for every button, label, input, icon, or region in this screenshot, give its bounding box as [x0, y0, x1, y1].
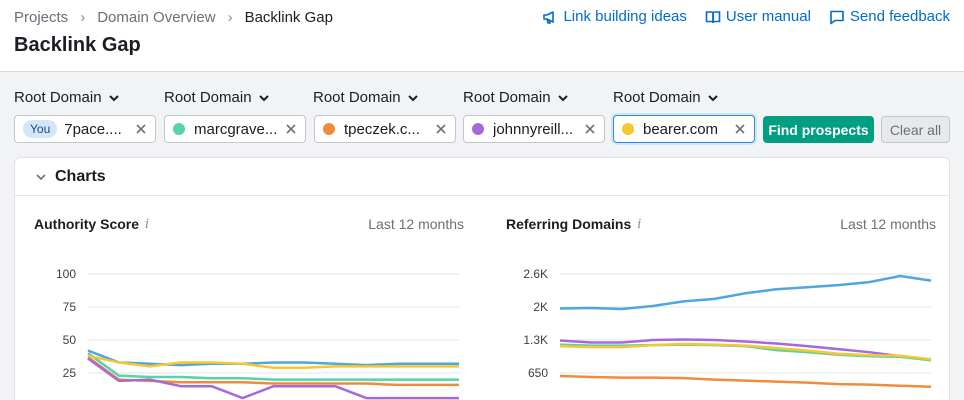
domain-input-competitor-4[interactable]: bearer.com: [613, 115, 755, 143]
root-domain-dropdown-5[interactable]: Root Domain: [613, 89, 719, 106]
domain-input-competitor-2[interactable]: tpeczek.c...: [314, 115, 456, 143]
domain-input-competitor-1[interactable]: marcgrave...: [164, 115, 306, 143]
breadcrumb-domain-overview[interactable]: Domain Overview: [97, 9, 215, 26]
y-tick-label: 75: [63, 300, 77, 314]
domain-input-text[interactable]: 7pace....: [64, 121, 129, 138]
clear-icon[interactable]: [285, 123, 297, 135]
authority-score-plot: 1007550250: [56, 267, 459, 400]
link-building-ideas-label: Link building ideas: [563, 8, 687, 25]
find-prospects-button[interactable]: Find prospects: [763, 116, 874, 143]
y-tick-label: 100: [56, 267, 76, 281]
send-feedback-link[interactable]: Send feedback: [829, 8, 950, 25]
y-tick-label: 50: [63, 333, 77, 347]
series-color-dot: [323, 123, 335, 135]
domain-input-text[interactable]: marcgrave...: [194, 121, 279, 138]
root-domain-dropdown-4[interactable]: Root Domain: [463, 89, 569, 106]
chevron-down-icon: [108, 94, 119, 101]
clear-icon[interactable]: [734, 123, 746, 135]
megaphone-icon: [543, 10, 555, 24]
referring-domains-chart: Referring Domains i Last 12 months 2.6K 2…: [506, 206, 936, 400]
breadcrumb-chevron-icon: ›: [80, 9, 86, 26]
chat-bubble-icon: [830, 10, 844, 24]
page-header: Projects › Domain Overview › Backlink Ga…: [0, 0, 964, 72]
domain-input-text[interactable]: johnnyreill...: [493, 121, 578, 138]
charts-toggle[interactable]: Charts: [15, 158, 949, 196]
y-tick-label: 1.3K: [523, 333, 548, 347]
root-domain-dropdown-3[interactable]: Root Domain: [313, 89, 419, 106]
chevron-down-icon: [258, 94, 269, 101]
chart-title: Authority Score i: [34, 216, 149, 232]
chevron-down-icon: [557, 94, 568, 101]
chart-period: Last 12 months: [840, 216, 936, 232]
chevron-down-icon: [707, 94, 718, 101]
book-icon: [705, 10, 721, 23]
clear-icon[interactable]: [584, 123, 596, 135]
root-domain-label: Root Domain: [463, 89, 551, 106]
root-domain-dropdown-2[interactable]: Root Domain: [164, 89, 270, 106]
domain-filters-bar: Root Domain Root Domain Root Domain Root…: [0, 72, 964, 154]
info-icon[interactable]: i: [145, 217, 149, 232]
y-tick-label: 2.6K: [523, 267, 548, 281]
chart-title: Referring Domains i: [506, 216, 641, 232]
y-tick-label: 650: [528, 366, 548, 380]
chart-title-text: Authority Score: [34, 216, 140, 232]
chart-title-text: Referring Domains: [506, 216, 632, 232]
root-domain-label: Root Domain: [313, 89, 401, 106]
series-color-dot: [472, 123, 484, 135]
breadcrumb-current: Backlink Gap: [244, 9, 333, 26]
clear-icon[interactable]: [135, 123, 147, 135]
referring-domains-plot: 2.6K2K1.3K6500: [523, 267, 932, 400]
charts-title: Charts: [55, 167, 106, 185]
chevron-down-icon: [36, 173, 46, 180]
breadcrumb-projects[interactable]: Projects: [14, 9, 68, 26]
user-manual-label: User manual: [725, 8, 811, 25]
y-tick-label: 25: [63, 366, 77, 380]
send-feedback-label: Send feedback: [849, 8, 950, 25]
series-color-dot: [173, 123, 185, 135]
charts-panel: Charts Authority Score i Last 12 months …: [14, 157, 950, 400]
root-domain-label: Root Domain: [613, 89, 701, 106]
chart-period: Last 12 months: [368, 216, 464, 232]
you-badge: You: [23, 120, 58, 138]
authority-score-chart: Authority Score i Last 12 months 100 75 50…: [34, 206, 464, 400]
series-line[interactable]: [87, 349, 459, 367]
clear-icon[interactable]: [435, 123, 447, 135]
y-tick-label: 2K: [533, 300, 548, 314]
page-title: Backlink Gap: [14, 34, 141, 56]
domain-input-you[interactable]: You 7pace....: [14, 115, 156, 143]
clear-all-button[interactable]: Clear all: [881, 116, 950, 143]
domain-input-text[interactable]: tpeczek.c...: [344, 121, 429, 138]
series-line[interactable]: [559, 374, 932, 388]
chevron-down-icon: [407, 94, 418, 101]
link-building-ideas-link[interactable]: Link building ideas: [542, 8, 687, 25]
breadcrumb: Projects › Domain Overview › Backlink Ga…: [14, 9, 333, 26]
info-icon[interactable]: i: [637, 217, 641, 232]
domain-input-competitor-3[interactable]: johnnyreill...: [463, 115, 605, 143]
breadcrumb-chevron-icon: ›: [227, 9, 233, 26]
header-links: Link building ideas User manual Send fee…: [542, 8, 950, 25]
user-manual-link[interactable]: User manual: [705, 8, 811, 25]
domain-input-text[interactable]: bearer.com: [643, 121, 728, 138]
root-domain-dropdown-1[interactable]: Root Domain: [14, 89, 120, 106]
root-domain-label: Root Domain: [164, 89, 252, 106]
series-line[interactable]: [559, 274, 932, 311]
series-color-dot: [622, 123, 634, 135]
root-domain-label: Root Domain: [14, 89, 102, 106]
